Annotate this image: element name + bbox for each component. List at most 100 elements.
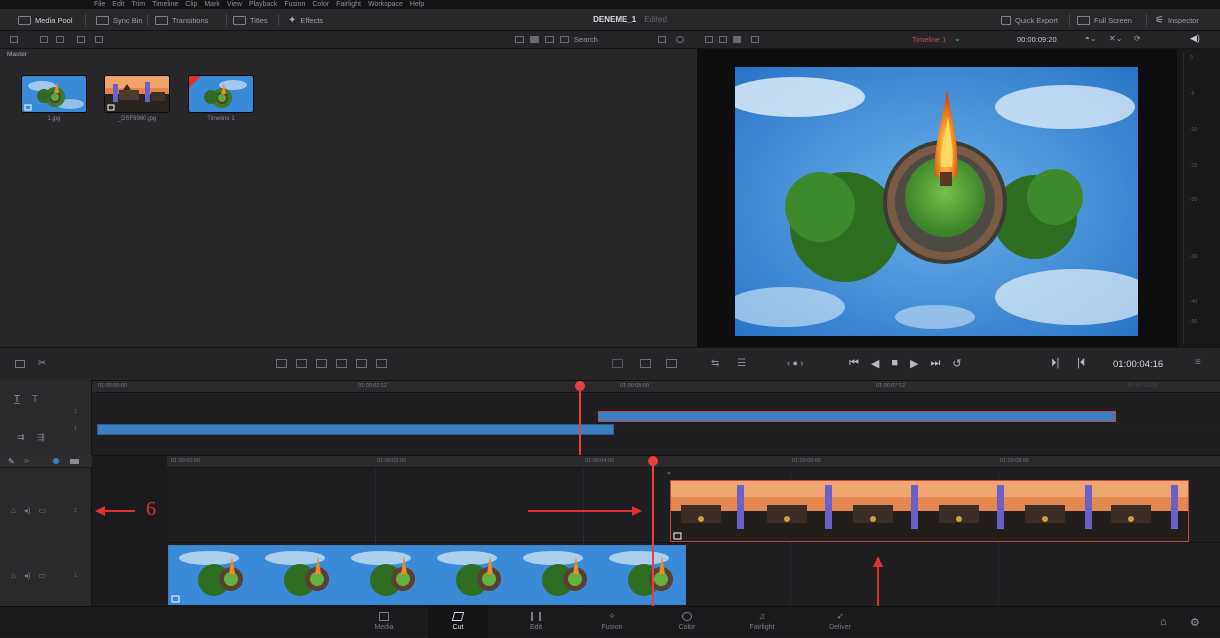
clip-color-icon[interactable] xyxy=(70,459,79,464)
menu-timeline[interactable]: Timeline xyxy=(152,0,178,9)
safe-area-icon[interactable] xyxy=(612,359,623,368)
menu-clip[interactable]: Clip xyxy=(185,0,197,9)
layout-icon[interactable] xyxy=(733,36,741,43)
go-to-start-icon[interactable]: ⏮ xyxy=(849,357,859,370)
home-icon[interactable]: ⌂ xyxy=(1160,616,1167,628)
snap-icon[interactable]: ⊳ xyxy=(24,457,30,465)
scissors-icon[interactable]: ✂ xyxy=(38,358,46,369)
layout-icon[interactable] xyxy=(719,36,727,43)
sync-bin-button[interactable]: Sync Bin xyxy=(96,9,143,31)
zoom-icon[interactable]: ✕⌄ xyxy=(1109,34,1122,43)
text-tool-icon[interactable]: T̲ xyxy=(14,394,20,405)
monitor-icon[interactable]: ▭ xyxy=(39,506,47,515)
layout-icon[interactable] xyxy=(705,36,713,43)
effects-button[interactable]: ✦ Effects xyxy=(288,9,323,31)
transitions-button[interactable]: Transitions xyxy=(155,9,208,31)
gear-icon[interactable]: ⚙ xyxy=(1190,616,1200,629)
page-media[interactable]: Media xyxy=(354,607,414,638)
lock-icon[interactable]: ⌂ xyxy=(11,571,16,580)
options-icon[interactable] xyxy=(676,36,684,43)
panel-toggle-icon[interactable] xyxy=(10,36,18,43)
display-icon[interactable] xyxy=(751,36,759,43)
clip-1jpg-on-track-1[interactable] xyxy=(168,545,686,605)
bin-icon[interactable] xyxy=(56,36,64,43)
lower-ruler[interactable]: 01:00:00:00 01:00:02:00 01:00:04:00 01:0… xyxy=(167,456,1220,468)
timeline-selector[interactable]: Timeline 1 xyxy=(912,35,946,44)
append-icon[interactable] xyxy=(296,359,307,368)
titles-button[interactable]: Titles xyxy=(233,9,268,31)
source-clip-icon[interactable] xyxy=(640,359,651,368)
mark-out-icon[interactable]: |⏴ xyxy=(1077,357,1085,370)
page-fairlight[interactable]: ♫ Fairlight xyxy=(732,607,792,638)
reverse-play-icon[interactable]: ◀ xyxy=(871,357,879,370)
jog-control[interactable]: ‹ ● › xyxy=(787,358,803,368)
speaker-icon[interactable]: ◂) xyxy=(24,571,31,580)
search-field[interactable]: Search xyxy=(574,35,598,44)
marker-icon[interactable] xyxy=(53,458,59,464)
clip-1[interactable]: 1.jpg xyxy=(21,75,87,122)
source-overwrite-icon[interactable] xyxy=(376,359,387,368)
clip-2[interactable]: _DSF9980.jpg xyxy=(104,75,170,122)
full-screen-button[interactable]: Full Screen xyxy=(1077,9,1132,31)
page-edit[interactable]: Edit xyxy=(506,607,566,638)
lower-playhead[interactable] xyxy=(652,458,654,607)
upper-clip-v1[interactable] xyxy=(97,424,614,435)
menu-color[interactable]: Color xyxy=(312,0,329,9)
lock-icon[interactable]: ⌂ xyxy=(11,506,16,515)
speaker-icon[interactable]: ◂) xyxy=(24,506,31,515)
menu-playback[interactable]: Playback xyxy=(249,0,277,9)
upper-clip-v2[interactable] xyxy=(598,411,1116,422)
import-icon[interactable] xyxy=(40,36,48,43)
loop-icon[interactable]: ↺ xyxy=(952,357,961,370)
chevron-down-icon[interactable]: ⌄ xyxy=(954,34,961,43)
timeline-tools-icon[interactable] xyxy=(15,360,25,368)
inspector-button[interactable]: ⚟ Inspector xyxy=(1155,9,1199,31)
ripple-overwrite-icon[interactable] xyxy=(316,359,327,368)
clip-3-timeline[interactable]: Timeline 1 xyxy=(188,75,254,122)
page-deliver[interactable]: ➶ Deliver xyxy=(810,607,870,638)
monitor-icon[interactable]: ▭ xyxy=(39,571,47,580)
audio-trim-icon[interactable]: ☰ xyxy=(737,358,746,369)
place-on-top-icon[interactable] xyxy=(356,359,367,368)
smart-bin-icon[interactable] xyxy=(95,36,103,43)
media-pool-button[interactable]: Media Pool xyxy=(18,9,73,31)
lower-playhead-handle[interactable] xyxy=(648,456,658,466)
quick-export-button[interactable]: Quick Export xyxy=(1001,9,1058,31)
upper-ruler[interactable]: 01:00:00:00 01:00:02:12 01:00:05:00 01:0… xyxy=(92,381,1220,393)
mark-in-icon[interactable]: ⏵| xyxy=(1051,357,1059,370)
menu-mark[interactable]: Mark xyxy=(204,0,220,9)
menu-help[interactable]: Help xyxy=(410,0,424,9)
upper-playhead-handle[interactable] xyxy=(575,381,585,391)
dual-timeline-icon[interactable]: ⇆ xyxy=(711,358,719,369)
clip-dsf9980-on-track-2[interactable] xyxy=(670,480,1189,542)
menu-fusion[interactable]: Fusion xyxy=(284,0,305,9)
thumbnail-view-icon[interactable] xyxy=(515,36,524,43)
add-track-icon[interactable]: ⇶ xyxy=(37,432,45,443)
list-view-icon[interactable] xyxy=(560,36,569,43)
menu-fairlight[interactable]: Fairlight xyxy=(336,0,361,9)
upper-playhead[interactable] xyxy=(579,383,581,456)
menu-edit[interactable]: Edit xyxy=(112,0,124,9)
filmstrip-view-icon[interactable] xyxy=(545,36,554,43)
menu-workspace[interactable]: Workspace xyxy=(368,0,403,9)
page-cut[interactable]: Cut xyxy=(428,607,488,638)
speaker-icon[interactable]: ◀) xyxy=(1190,33,1200,44)
sync-icon[interactable] xyxy=(77,36,85,43)
page-color[interactable]: Color xyxy=(657,607,717,638)
menu-view[interactable]: View xyxy=(227,0,242,9)
sort-icon[interactable] xyxy=(658,36,666,43)
menu-trim[interactable]: Trim xyxy=(131,0,145,9)
page-fusion[interactable]: ✧ Fusion xyxy=(582,607,642,638)
source-tape-icon[interactable] xyxy=(666,359,677,368)
audio-track-icon[interactable]: ⇉ xyxy=(17,432,25,443)
view-options-icon[interactable]: ◓⌄ xyxy=(1085,34,1097,43)
stop-icon[interactable]: ■ xyxy=(891,357,898,370)
grid-view-icon[interactable] xyxy=(530,36,539,43)
go-to-end-icon[interactable]: ⏭ xyxy=(931,357,941,370)
smart-insert-icon[interactable] xyxy=(276,359,287,368)
menu-file[interactable]: File xyxy=(94,0,105,9)
close-up-icon[interactable] xyxy=(336,359,347,368)
menu-icon[interactable]: ≡ xyxy=(1195,357,1201,368)
title-tool-icon[interactable]: T xyxy=(32,394,38,405)
wrench-icon[interactable]: ✎ xyxy=(8,457,15,466)
